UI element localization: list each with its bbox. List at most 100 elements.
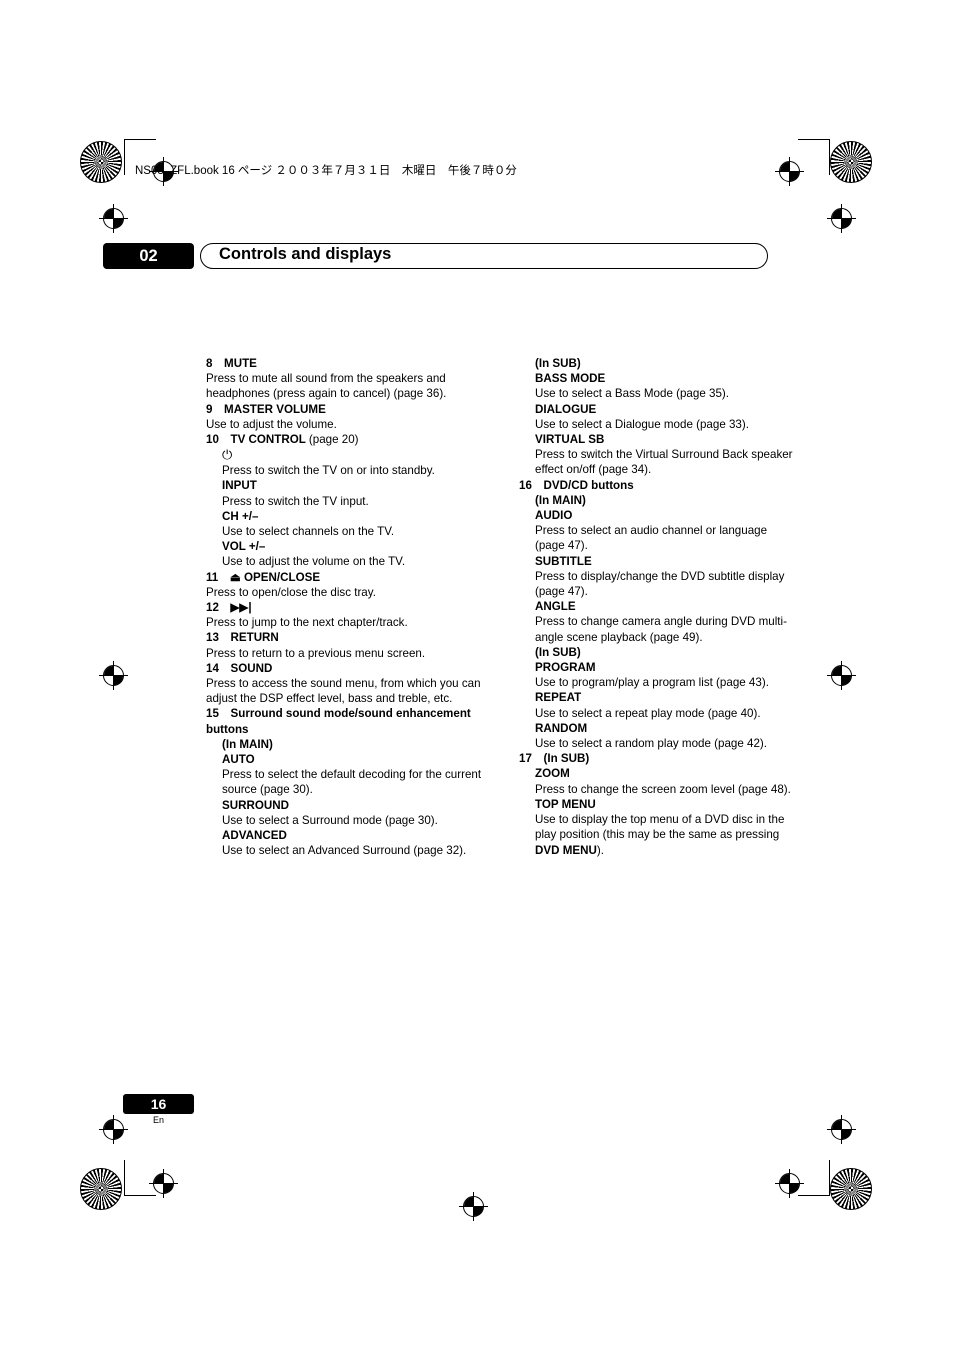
entry-title: ▶▶| xyxy=(230,601,252,615)
entry-subheading: AUTO xyxy=(222,753,255,767)
entry-number: 14 xyxy=(206,661,219,675)
entry-description: Use to select channels on the TV. xyxy=(222,525,395,539)
entry-description: Use to select an Advanced Surround (page… xyxy=(222,844,467,858)
manual-entry: ⏻ Press to switch the TV on or into stand… xyxy=(206,447,486,478)
entry-description: Use to select a Surround mode (page 30). xyxy=(222,813,438,827)
entry-number: 15 xyxy=(206,707,219,721)
chapter-number-badge: 02 xyxy=(103,243,194,269)
manual-entry: (In SUB) xyxy=(519,645,799,660)
entry-subheading: BASS MODE xyxy=(535,372,606,386)
crop-mark-right-upper xyxy=(827,204,856,233)
entry-description: Press to mute all sound from the speaker… xyxy=(206,372,447,401)
manual-entry: 14 SOUND Press to access the sound menu, … xyxy=(206,661,486,707)
crop-mark-right-lower xyxy=(827,1115,856,1144)
corner-rule-bottom-right-h xyxy=(798,1195,830,1196)
entry-number: 8 xyxy=(206,357,213,370)
manual-entry: (In MAIN) xyxy=(519,493,799,508)
entry-subheading: RANDOM xyxy=(535,721,588,735)
entry-title: DVD/CD buttons xyxy=(543,478,634,492)
entry-number: 16 xyxy=(519,478,532,492)
registration-disc-bottom-left xyxy=(80,1168,122,1210)
entry-description: Press to open/close the disc tray. xyxy=(206,585,376,599)
entry-description: Use to select a random play mode (page 4… xyxy=(535,737,767,751)
entry-group-label: (In SUB) xyxy=(535,645,581,659)
entry-group-label: (In MAIN) xyxy=(222,737,273,751)
crop-mark-bottom-left xyxy=(149,1169,178,1198)
manual-entry: SURROUND Use to select a Surround mode (p… xyxy=(206,798,486,828)
entry-description: Press to select the default decoding for… xyxy=(222,768,482,797)
manual-entry: AUDIO Press to select an audio channel or… xyxy=(519,508,799,554)
entry-title: ⏏ OPEN/CLOSE xyxy=(229,570,321,584)
entry-description: Use to select a repeat play mode (page 4… xyxy=(535,706,761,720)
right-text-column: (In SUB) BASS MODE Use to select a Bass Mo… xyxy=(519,356,799,858)
corner-rule-bottom-left-h xyxy=(124,1195,156,1196)
manual-entry: INPUT Press to switch the TV input. xyxy=(206,478,486,508)
manual-entry: SUBTITLE Press to display/change the DVD … xyxy=(519,554,799,600)
entry-description: Press to select an audio channel or lang… xyxy=(535,524,768,553)
entry-description: Use to select a Bass Mode (page 35). xyxy=(535,387,729,401)
manual-entry: PROGRAM Use to program/play a program lis… xyxy=(519,660,799,690)
entry-heading: 15 Surround sound mode/sound enhancement… xyxy=(206,706,486,736)
entry-description: Press to switch the TV input. xyxy=(222,494,369,508)
manual-entry: 9 MASTER VOLUME Use to adjust the volume. xyxy=(206,402,486,432)
manual-entry: 8 MUTE Press to mute all sound from the s… xyxy=(206,356,486,402)
entry-description: Press to switch the Virtual Surround Bac… xyxy=(535,448,793,477)
manual-entry: (In MAIN) xyxy=(206,737,486,752)
entry-number: 12 xyxy=(206,601,219,615)
page-number-badge: 16 xyxy=(123,1094,194,1114)
manual-entry: ZOOM Press to change the screen zoom leve… xyxy=(519,766,799,796)
registration-disc-top-left xyxy=(80,141,122,183)
crop-mark-left-upper xyxy=(99,204,128,233)
manual-entry: RANDOM Use to select a random play mode (… xyxy=(519,721,799,751)
entry-number: 17 xyxy=(519,752,532,766)
entry-description: Press to display/change the DVD subtitle… xyxy=(535,569,785,599)
entry-description: Press to return to a previous menu scree… xyxy=(206,646,426,660)
page-title: Controls and displays xyxy=(219,245,392,263)
entry-heading: 10 TV CONTROL (page 20) xyxy=(206,432,486,447)
manual-entry: VIRTUAL SB Press to switch the Virtual Su… xyxy=(519,432,799,478)
entry-title: SOUND xyxy=(230,661,273,675)
crop-mark-bottom-center xyxy=(459,1192,488,1221)
corner-rule-top-right-v xyxy=(829,139,830,175)
entry-title: TV CONTROL xyxy=(230,433,306,447)
crop-mark-left-lower xyxy=(99,1115,128,1144)
entry-description: Press to switch the TV on or into standb… xyxy=(222,464,435,478)
left-text-column: 8 MUTE Press to mute all sound from the s… xyxy=(206,356,486,859)
crop-mark-left-middle xyxy=(99,661,128,690)
entry-subheading: TOP MENU xyxy=(535,797,596,811)
entry-number: 13 xyxy=(206,631,219,645)
crop-mark-top-right xyxy=(775,157,804,186)
manual-entry: VOL +/– Use to adjust the volume on the T… xyxy=(206,539,486,569)
registration-disc-top-right xyxy=(830,141,872,183)
manual-entry: AUTO Press to select the default decoding… xyxy=(206,752,486,798)
entry-group-label: (In SUB) xyxy=(535,357,581,370)
entry-number: 10 xyxy=(206,433,219,447)
manual-entry: (In SUB) xyxy=(519,356,799,371)
manual-entry: CH +/– Use to select channels on the TV. xyxy=(206,509,486,539)
entry-page-ref: (page 20) xyxy=(308,433,359,447)
entry-heading: 17 (In SUB) xyxy=(519,751,799,766)
entry-heading: 13 RETURN xyxy=(206,630,486,645)
manual-entry: 13 RETURN Press to return to a previous m… xyxy=(206,630,486,660)
entry-subheading: ADVANCED xyxy=(222,829,287,843)
page-language-code: En xyxy=(152,1115,164,1125)
power-icon: ⏻ xyxy=(222,447,233,463)
book-file-header: NS03_ZFL.book 16 ページ ２００３年７月３１日 木曜日 午後７時… xyxy=(135,165,517,177)
entry-subheading: PROGRAM xyxy=(535,661,596,675)
registration-disc-bottom-right xyxy=(830,1168,872,1210)
manual-entry: 10 TV CONTROL (page 20) xyxy=(206,432,486,447)
manual-entry: 15 Surround sound mode/sound enhancement… xyxy=(206,706,486,736)
entry-description: Use to adjust the volume. xyxy=(206,417,337,431)
entry-title: MASTER VOLUME xyxy=(224,402,326,416)
entry-heading: 9 MASTER VOLUME xyxy=(206,402,486,417)
entry-description: Use to display the top menu of a DVD dis… xyxy=(519,812,799,858)
manual-entry: ADVANCED Use to select an Advanced Surrou… xyxy=(206,828,486,858)
crop-mark-right-middle xyxy=(827,661,856,690)
entry-title: (In SUB) xyxy=(543,752,590,766)
entry-subheading: SURROUND xyxy=(222,798,289,812)
manual-entry: 16 DVD/CD buttons xyxy=(519,478,799,493)
dvd-menu-reference: DVD MENU xyxy=(535,843,597,857)
entry-heading: 11 ⏏ OPEN/CLOSE xyxy=(206,570,486,585)
entry-heading: 14 SOUND xyxy=(206,661,486,676)
entry-title: MUTE xyxy=(224,357,257,370)
